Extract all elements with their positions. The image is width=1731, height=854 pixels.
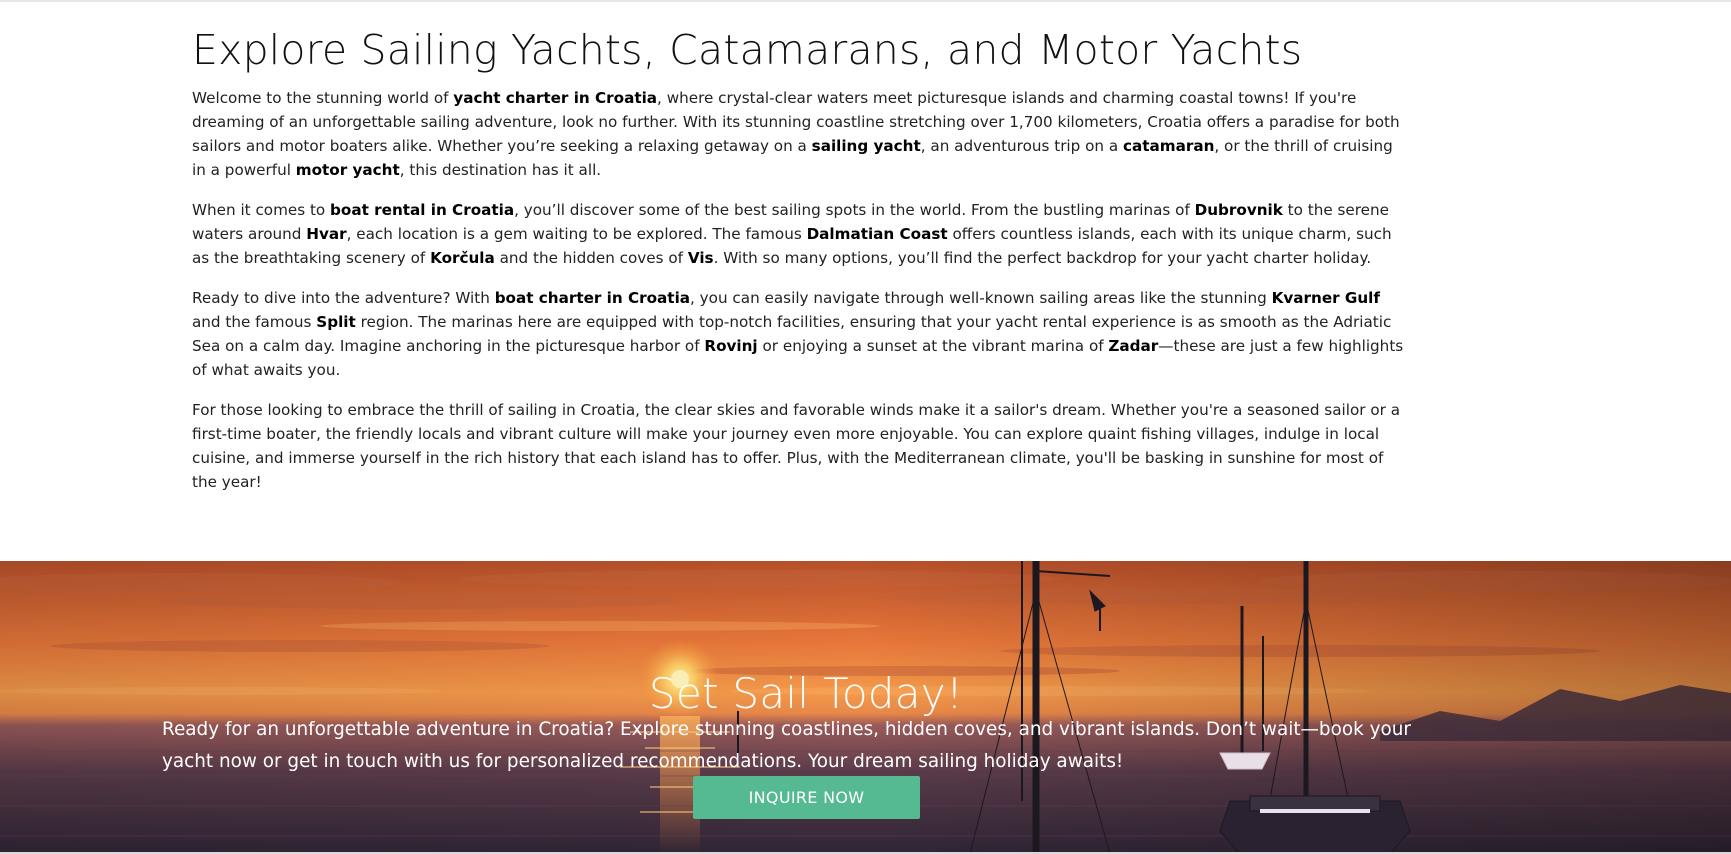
article-paragraph: Ready to dive into the adventure? With b…: [192, 286, 1410, 382]
paragraph-text: , an adventurous trip on a: [920, 137, 1124, 155]
paragraph-text: . With so many options, you’ll find the …: [713, 249, 1372, 267]
highlighted-keyword: Korčula: [430, 249, 495, 267]
article-paragraph: Welcome to the stunning world of yacht c…: [192, 86, 1410, 182]
highlighted-keyword: Rovinj: [704, 337, 758, 355]
paragraph-text: or enjoying a sunset at the vibrant mari…: [757, 337, 1109, 355]
paragraph-text: , each location is a gem waiting to be e…: [346, 225, 807, 243]
paragraph-text: For those looking to embrace the thrill …: [192, 401, 1400, 491]
cta-title: Set Sail Today!: [648, 668, 964, 718]
highlighted-keyword: yacht charter in Croatia: [453, 89, 658, 107]
paragraph-text: When it comes to: [192, 201, 331, 219]
cta-description: Ready for an unforgettable adventure in …: [162, 719, 1411, 773]
paragraph-text: , you can easily navigate through well-k…: [690, 289, 1272, 307]
highlighted-keyword: boat charter in Croatia: [494, 289, 691, 307]
page-title: Explore Sailing Yachts, Catamarans, and …: [192, 26, 1303, 74]
paragraph-text: , you’ll discover some of the best saili…: [514, 201, 1195, 219]
highlighted-keyword: Kvarner Gulf: [1271, 289, 1380, 307]
paragraph-text: , this destination has it all.: [399, 161, 602, 179]
highlighted-keyword: Hvar: [306, 225, 347, 243]
top-border: [0, 0, 1731, 2]
article-content: Explore Sailing Yachts, Catamarans, and …: [192, 22, 1410, 510]
paragraph-text: Ready to dive into the adventure? With: [192, 289, 495, 307]
highlighted-keyword: motor yacht: [295, 161, 400, 179]
cta-banner: Set Sail Today! Ready for an unforgettab…: [0, 561, 1731, 854]
paragraph-text: and the famous: [192, 313, 317, 331]
highlighted-keyword: Zadar: [1108, 337, 1159, 355]
highlighted-keyword: sailing yacht: [811, 137, 921, 155]
paragraph-text: Welcome to the stunning world of: [192, 89, 454, 107]
highlighted-keyword: Dalmatian Coast: [806, 225, 948, 243]
article-paragraph: For those looking to embrace the thrill …: [192, 398, 1410, 494]
highlighted-keyword: Split: [316, 313, 356, 331]
article-body: Welcome to the stunning world of yacht c…: [192, 86, 1410, 494]
paragraph-text: and the hidden coves of: [494, 249, 688, 267]
article-paragraph: When it comes to boat rental in Croatia,…: [192, 198, 1410, 270]
highlighted-keyword: Vis: [687, 249, 714, 267]
highlighted-keyword: Dubrovnik: [1194, 201, 1283, 219]
highlighted-keyword: boat rental in Croatia: [330, 201, 515, 219]
highlighted-keyword: catamaran: [1123, 137, 1215, 155]
inquire-now-button[interactable]: INQUIRE NOW: [693, 776, 920, 819]
cta-content: Set Sail Today! Ready for an unforgettab…: [0, 561, 1731, 854]
